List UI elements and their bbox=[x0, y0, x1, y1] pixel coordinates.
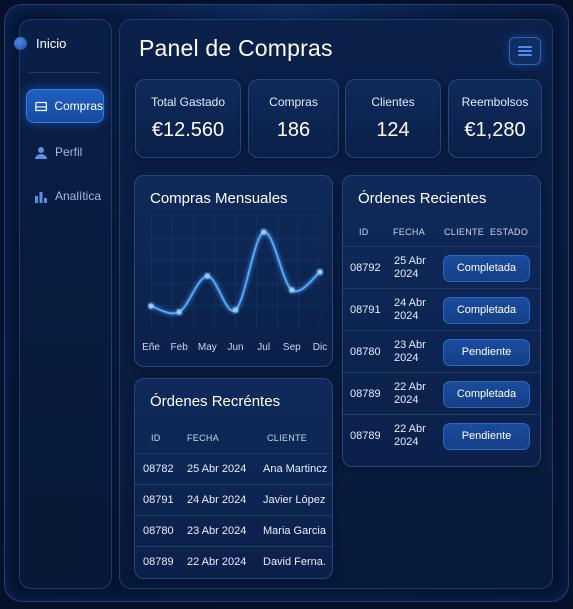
bar-chart-icon bbox=[35, 191, 47, 203]
stat-value: 124 bbox=[376, 119, 410, 141]
logo-icon bbox=[14, 37, 27, 50]
order-id: 08780 bbox=[350, 346, 381, 358]
row-divider bbox=[343, 246, 540, 247]
order-id: 08782 bbox=[143, 463, 174, 475]
stat-value: 186 bbox=[276, 119, 311, 141]
row-divider bbox=[343, 414, 540, 415]
stat-label: Compras bbox=[269, 95, 318, 109]
row-divider bbox=[343, 372, 540, 373]
order-date-day: 22 Abr bbox=[394, 423, 426, 435]
order-date-year: 2024 bbox=[394, 394, 419, 406]
status-badge[interactable]: Completada bbox=[443, 255, 530, 282]
stat-card-clientes: Clientes 124 bbox=[345, 79, 441, 158]
hamburger-menu-icon[interactable] bbox=[509, 37, 541, 65]
row-divider bbox=[135, 453, 332, 454]
order-date-day: 24 Abr bbox=[394, 297, 426, 309]
x-tick-label: Dic bbox=[313, 342, 327, 353]
order-client: Javier López bbox=[263, 494, 326, 506]
data-point bbox=[317, 269, 323, 275]
order-date: 22 Abr 2024 bbox=[187, 556, 247, 568]
row-divider bbox=[343, 330, 540, 331]
order-date-year: 2024 bbox=[394, 352, 419, 364]
data-point bbox=[204, 273, 210, 279]
column-header-id: ID bbox=[359, 227, 369, 237]
sidebar-brand-label: Inicio bbox=[36, 36, 67, 51]
order-date: 25 Abr 2024 bbox=[187, 463, 247, 475]
sidebar-item-perfil[interactable]: Perfil bbox=[26, 135, 104, 169]
order-date-day: 22 Abr bbox=[394, 381, 426, 393]
order-date-day: 23 Abr bbox=[394, 339, 426, 351]
user-icon bbox=[35, 146, 47, 159]
x-tick-label: Sep bbox=[283, 342, 301, 353]
stat-value: €1,280 bbox=[464, 119, 526, 141]
order-date: 24 Abr 2024 bbox=[187, 494, 247, 506]
recent-orders-title: Órdenes Recréntes bbox=[150, 393, 281, 410]
order-client: Ana Martincz bbox=[263, 463, 328, 475]
column-header-fecha: FECHA bbox=[393, 227, 426, 237]
order-date-year: 2024 bbox=[394, 436, 419, 448]
order-id: 08789 bbox=[350, 430, 381, 442]
order-date-year: 2024 bbox=[394, 310, 419, 322]
sidebar-item-label: Analítica bbox=[55, 189, 102, 203]
sidebar-divider bbox=[29, 72, 100, 73]
stat-value: €12.560 bbox=[151, 119, 225, 141]
status-badge[interactable]: Completada bbox=[443, 297, 530, 324]
column-header-id: ID bbox=[151, 433, 161, 443]
order-date-year: 2024 bbox=[394, 268, 419, 280]
order-id: 08789 bbox=[350, 388, 381, 400]
row-divider bbox=[135, 484, 332, 485]
order-id: 08791 bbox=[350, 304, 381, 316]
order-date-day: 25 Abr bbox=[394, 255, 426, 267]
order-client: Maria Garcia bbox=[263, 525, 326, 537]
x-tick-label: Feb bbox=[171, 342, 189, 353]
row-divider bbox=[135, 515, 332, 516]
row-divider bbox=[135, 546, 332, 547]
recent-orders-status-card: Órdenes Recientes ID FECHA CLIENTE ESTAD… bbox=[342, 175, 541, 467]
x-tick-label: Jul bbox=[257, 342, 270, 353]
order-client: David Ferna. bbox=[263, 556, 326, 568]
order-date: 23 Abr 2024 bbox=[187, 525, 247, 537]
data-point bbox=[261, 229, 267, 235]
status-badge[interactable]: Completada bbox=[443, 381, 530, 408]
x-tick-label: Jun bbox=[227, 342, 243, 353]
cart-icon bbox=[35, 101, 48, 111]
order-id: 08792 bbox=[350, 262, 381, 274]
recent-orders-table-card: Órdenes Recréntes ID FECHA CLIENTE 08782… bbox=[134, 378, 333, 579]
stat-card-compras: Compras 186 bbox=[248, 79, 339, 158]
data-point bbox=[176, 309, 182, 315]
chart-card: Compras Mensuales Eñe Feb May Jun Jul Sep Dic bbox=[134, 175, 333, 367]
sidebar-item-label: Compras bbox=[54, 99, 103, 113]
stat-card-reembolsos: Reembolsos €1,280 bbox=[448, 79, 542, 158]
status-badge[interactable]: Pendiente bbox=[443, 423, 530, 450]
data-point bbox=[148, 303, 154, 309]
sidebar-item-label: Perfil bbox=[55, 145, 83, 159]
stat-label: Clientes bbox=[371, 95, 415, 109]
recent-orders-right-title: Órdenes Recientes bbox=[358, 190, 487, 207]
column-header-cliente: CLIENTE bbox=[444, 227, 485, 237]
stat-card-total-gastado: Total Gastado €12.560 bbox=[135, 79, 241, 158]
sidebar-brand[interactable]: Inicio bbox=[14, 36, 66, 51]
order-id: 08789 bbox=[143, 556, 174, 568]
stat-label: Total Gastado bbox=[150, 95, 226, 109]
order-id: 08791 bbox=[143, 494, 174, 506]
page-title: Panel de Compras bbox=[139, 35, 333, 61]
stat-label: Reembolsos bbox=[461, 95, 529, 109]
data-point bbox=[232, 307, 239, 313]
column-header-estado: ESTADO bbox=[490, 227, 529, 237]
column-header-cliente: CLIENTE bbox=[267, 433, 308, 443]
row-divider bbox=[343, 288, 540, 289]
status-badge[interactable]: Pendiente bbox=[443, 339, 530, 366]
data-point bbox=[289, 287, 295, 293]
order-id: 08780 bbox=[143, 525, 174, 537]
x-tick-label: May bbox=[198, 342, 217, 353]
sidebar-item-compras[interactable]: Compras bbox=[26, 89, 104, 123]
sidebar-item-analitica[interactable]: Analítica bbox=[26, 179, 104, 213]
x-tick-label: Eñe bbox=[142, 342, 160, 353]
line-chart: Eñe Feb May Jun Jul Sep Dic bbox=[142, 215, 327, 353]
column-header-fecha: FECHA bbox=[187, 433, 220, 443]
